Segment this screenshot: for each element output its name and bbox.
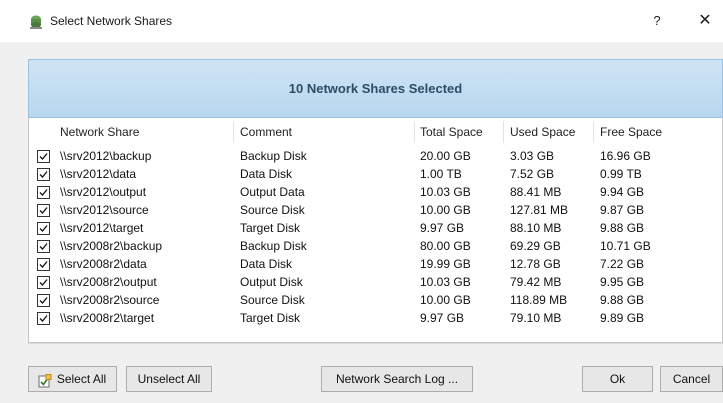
table-row[interactable]: \\srv2008r2\backup Backup Disk 80.00 GB 69.… (28, 237, 723, 255)
cell-share: \\srv2008r2\source (60, 293, 160, 307)
row-checkbox[interactable] (37, 150, 50, 163)
cell-used: 79.10 MB (510, 311, 562, 325)
column-separator (503, 121, 504, 143)
cell-used: 7.52 GB (510, 167, 555, 181)
selection-banner: 10 Network Shares Selected (28, 59, 723, 118)
cell-used: 3.03 GB (510, 149, 555, 163)
row-checkbox[interactable] (37, 276, 50, 289)
column-header-used-space[interactable]: Used Space (510, 125, 575, 139)
cell-total: 10.00 GB (420, 293, 471, 307)
cell-share: \\srv2012\source (60, 203, 149, 217)
cell-free: 16.96 GB (600, 149, 651, 163)
row-checkbox[interactable] (37, 258, 50, 271)
divider (28, 343, 723, 344)
cell-share: \\srv2012\output (60, 185, 147, 199)
table-row[interactable]: \\srv2012\backup Backup Disk 20.00 GB 3.03 … (28, 147, 723, 165)
column-header-total-space[interactable]: Total Space (420, 125, 483, 139)
cell-total: 10.03 GB (420, 185, 471, 199)
cell-free: 9.88 GB (600, 293, 645, 307)
cell-comment: Backup Disk (240, 239, 307, 253)
cell-total: 10.03 GB (420, 275, 471, 289)
close-button[interactable]: ✕ (694, 10, 716, 32)
ok-button[interactable]: Ok (582, 366, 653, 392)
row-checkbox[interactable] (37, 294, 50, 307)
cell-comment: Source Disk (240, 203, 305, 217)
cancel-button[interactable]: Cancel (660, 366, 723, 392)
select-all-icon (38, 372, 52, 388)
cell-comment: Source Disk (240, 293, 305, 307)
network-search-log-button[interactable]: Network Search Log ... (321, 366, 473, 392)
cell-used: 88.10 MB (510, 221, 562, 235)
table-row[interactable]: \\srv2012\target Target Disk 9.97 GB 88.10 … (28, 219, 723, 237)
table-row[interactable]: \\srv2012\data Data Disk 1.00 TB 7.52 GB 0.9… (28, 165, 723, 183)
cell-free: 0.99 TB (600, 167, 642, 181)
cell-total: 80.00 GB (420, 239, 471, 253)
cell-share: \\srv2008r2\output (60, 275, 157, 289)
table-row[interactable]: \\srv2008r2\source Source Disk 10.00 GB 118… (28, 291, 723, 309)
row-checkbox[interactable] (37, 312, 50, 325)
row-checkbox[interactable] (37, 168, 50, 181)
cell-comment: Backup Disk (240, 149, 307, 163)
help-button[interactable]: ? (646, 10, 668, 32)
column-header-free-space[interactable]: Free Space (600, 125, 662, 139)
cell-free: 9.94 GB (600, 185, 645, 199)
column-separator (414, 121, 415, 143)
cell-free: 10.71 GB (600, 239, 651, 253)
cell-share: \\srv2008r2\backup (60, 239, 163, 253)
select-network-shares-dialog: Select Network Shares ? ✕ 10 Network Sha… (0, 0, 723, 403)
table-row[interactable]: \\srv2012\output Output Data 10.03 GB 88.41… (28, 183, 723, 201)
cell-comment: Target Disk (240, 221, 301, 235)
selection-count-text: 10 Network Shares Selected (288, 81, 463, 96)
window-title: Select Network Shares (50, 14, 173, 28)
row-checkbox[interactable] (37, 240, 50, 253)
cell-total: 9.97 GB (420, 311, 465, 325)
cell-comment: Data Disk (240, 257, 293, 271)
cell-comment: Target Disk (240, 311, 301, 325)
select-all-label: Select All (56, 372, 107, 386)
column-separator (593, 121, 594, 143)
cell-share: \\srv2008r2\data (60, 257, 147, 271)
cell-free: 7.22 GB (600, 257, 645, 271)
network-share-icon (28, 14, 44, 30)
cell-free: 9.95 GB (600, 275, 645, 289)
cell-free: 9.89 GB (600, 311, 645, 325)
cell-used: 118.89 MB (510, 293, 568, 307)
cell-share: \\srv2008r2\target (60, 311, 155, 325)
cell-used: 88.41 MB (510, 185, 562, 199)
column-header-network-share[interactable]: Network Share (60, 125, 139, 139)
cell-free: 9.88 GB (600, 221, 645, 235)
row-checkbox[interactable] (37, 186, 50, 199)
cell-total: 1.00 TB (420, 167, 462, 181)
table-row[interactable]: \\srv2008r2\output Output Disk 10.03 GB 79.… (28, 273, 723, 291)
cell-share: \\srv2012\backup (60, 149, 152, 163)
row-checkbox[interactable] (37, 204, 50, 217)
select-all-button[interactable]: Select All (28, 366, 117, 392)
cell-comment: Data Disk (240, 167, 293, 181)
cell-used: 12.78 GB (510, 257, 561, 271)
cell-share: \\srv2012\data (60, 167, 137, 181)
table-row[interactable]: \\srv2012\source Source Disk 10.00 GB 127.8… (28, 201, 723, 219)
cell-free: 9.87 GB (600, 203, 645, 217)
cell-used: 79.42 MB (510, 275, 562, 289)
column-header-comment[interactable]: Comment (240, 125, 292, 139)
title-bar: Select Network Shares ? ✕ (0, 0, 723, 42)
cell-comment: Output Data (240, 185, 305, 199)
cell-used: 69.29 GB (510, 239, 561, 253)
cell-total: 10.00 GB (420, 203, 471, 217)
cell-used: 127.81 MB (510, 203, 569, 217)
cell-total: 9.97 GB (420, 221, 465, 235)
cell-total: 19.99 GB (420, 257, 471, 271)
row-checkbox[interactable] (37, 222, 50, 235)
cell-comment: Output Disk (240, 275, 303, 289)
table-row[interactable]: \\srv2008r2\target Target Disk 9.97 GB 79.1… (28, 309, 723, 327)
unselect-all-button[interactable]: Unselect All (126, 366, 212, 392)
cell-share: \\srv2012\target (60, 221, 144, 235)
column-separator (233, 121, 234, 143)
cell-total: 20.00 GB (420, 149, 471, 163)
table-row[interactable]: \\srv2008r2\data Data Disk 19.99 GB 12.78 G… (28, 255, 723, 273)
